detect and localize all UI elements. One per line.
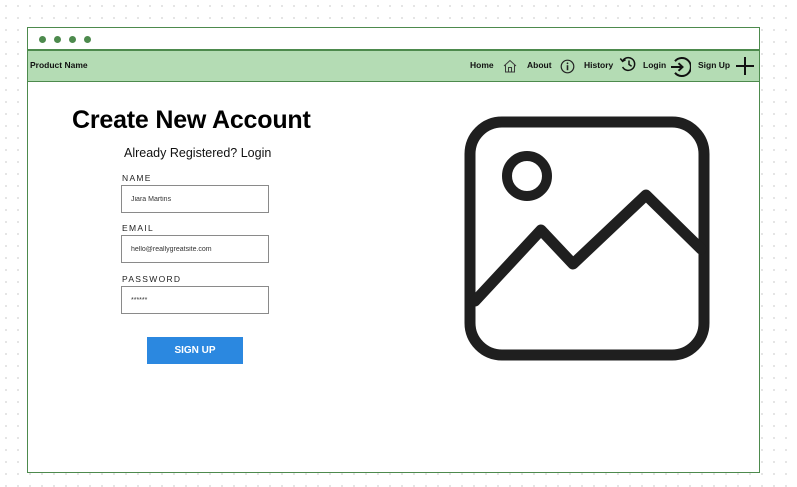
page-title: Create New Account [72,106,311,134]
nav-home-link[interactable]: Home [470,60,494,70]
nav-history-link[interactable]: History [584,60,613,70]
login-link[interactable]: Already Registered? Login [124,146,271,160]
email-field[interactable] [121,235,269,263]
image-placeholder-icon [464,116,710,361]
window-dot [84,36,91,43]
password-field[interactable] [121,286,269,314]
signup-button[interactable]: SIGN UP [147,337,243,364]
nav-about-link[interactable]: About [527,60,552,70]
email-label: EMAIL [122,223,155,233]
info-icon[interactable] [560,59,575,74]
home-icon[interactable] [502,58,518,74]
window-dot [39,36,46,43]
name-field[interactable] [121,185,269,213]
history-icon[interactable] [618,55,638,73]
plus-icon[interactable] [735,56,755,76]
login-icon[interactable] [669,56,691,78]
window-dot [69,36,76,43]
name-label: NAME [122,173,152,183]
nav-login-link[interactable]: Login [643,60,666,70]
password-label: PASSWORD [122,274,182,284]
window-titlebar [28,28,759,50]
product-name[interactable]: Product Name [30,60,88,70]
window-dot [54,36,61,43]
navbar: Product Name Home About History Login Si… [27,50,760,82]
nav-signup-link[interactable]: Sign Up [698,60,730,70]
